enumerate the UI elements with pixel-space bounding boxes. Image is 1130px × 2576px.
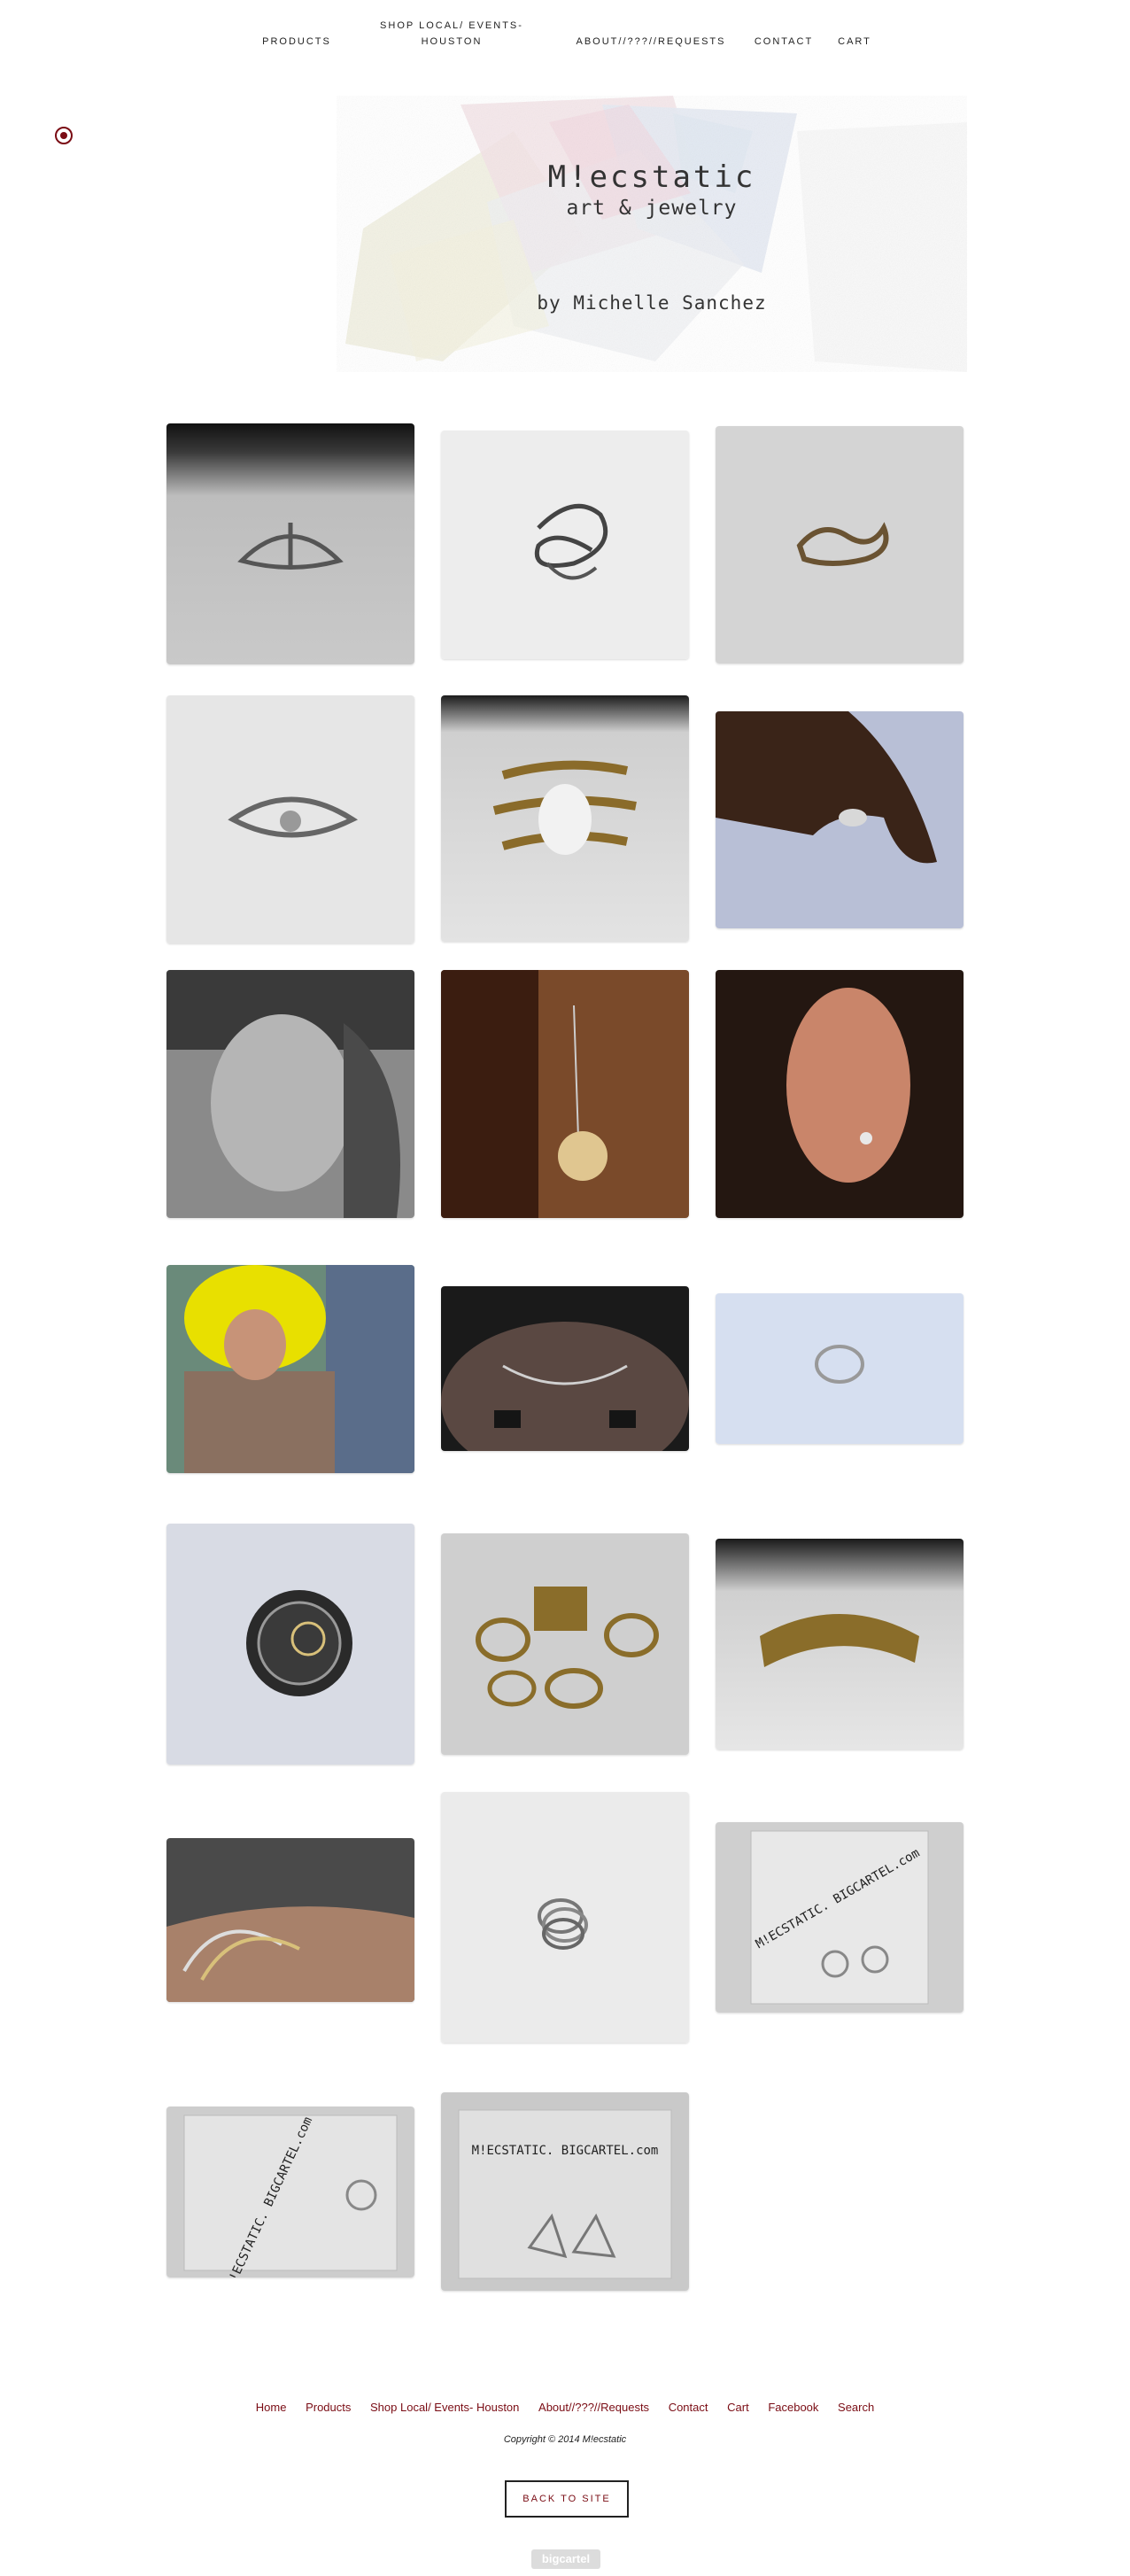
footer-link-contact[interactable]: Contact	[669, 2401, 708, 2414]
product-tile-silver-eye-ring[interactable]	[166, 695, 414, 943]
nav-products[interactable]: PRODUCTS	[248, 34, 345, 50]
product-tile-packaged-ring[interactable]: M!ECSTATIC. BIGCARTEL.com	[166, 2107, 414, 2277]
footer-link-home[interactable]: Home	[256, 2401, 287, 2414]
footer-link-search[interactable]: Search	[838, 2401, 874, 2414]
product-image	[166, 1524, 414, 1765]
footer-link-shop-local[interactable]: Shop Local/ Events- Houston	[370, 2401, 519, 2414]
product-tile-stacked-bangles[interactable]	[166, 1838, 414, 2002]
brand-subtitle: art & jewelry	[566, 197, 738, 220]
product-image	[441, 431, 689, 659]
brand-byline: by Michelle Sanchez	[537, 292, 767, 314]
product-image	[441, 1286, 689, 1451]
product-image	[441, 695, 689, 942]
product-image	[716, 970, 964, 1218]
product-image	[166, 695, 414, 943]
product-image: M!ECSTATIC. BIGCARTEL.com	[716, 1822, 964, 2013]
nav-shop-local-events[interactable]: SHOP LOCAL/ EVENTS- HOUSTON	[376, 18, 527, 50]
product-image	[716, 1293, 964, 1444]
store-banner[interactable]: M!ecstatic art & jewelry by Michelle San…	[337, 96, 967, 372]
product-tile-skull-earring[interactable]	[441, 970, 689, 1218]
product-tile-stud-earring[interactable]	[716, 970, 964, 1218]
product-tile-silver-ring-blue[interactable]	[716, 1293, 964, 1444]
product-image	[441, 1792, 689, 2043]
product-image	[166, 1265, 414, 1473]
product-image	[166, 970, 414, 1218]
product-tile-portrait-nose-ring[interactable]	[166, 970, 414, 1218]
product-image	[716, 711, 964, 928]
copyright: Copyright © 2014 M!ecstatic	[503, 2434, 627, 2445]
product-image	[716, 426, 964, 663]
brand-title: M!ecstatic	[547, 159, 756, 195]
product-image: M!ECSTATIC. BIGCARTEL.com	[166, 2107, 414, 2277]
product-tile-packaged-hoops[interactable]: M!ECSTATIC. BIGCARTEL.com	[716, 1822, 964, 2013]
product-tile-packaged-triangles[interactable]: M!ECSTATIC. BIGCARTEL.com	[441, 2092, 689, 2291]
footer-link-facebook[interactable]: Facebook	[768, 2401, 818, 2414]
footer-link-cart[interactable]: Cart	[727, 2401, 749, 2414]
footer-link-about[interactable]: About//???//Requests	[538, 2401, 649, 2414]
back-circle-icon[interactable]	[55, 127, 73, 144]
product-tile-yellow-hair-necklace[interactable]	[166, 1265, 414, 1473]
product-tile-ring-on-hand[interactable]	[716, 711, 964, 928]
product-tile-rings-in-tin[interactable]	[166, 1524, 414, 1765]
product-tile-gold-ring-set[interactable]	[441, 1533, 689, 1755]
product-tile-stacked-silver-rings[interactable]	[441, 1792, 689, 2043]
product-image	[166, 1838, 414, 2002]
nav-about-requests[interactable]: ABOUT//???//REQUESTS	[571, 34, 731, 50]
product-tile-gold-cuff[interactable]	[716, 1539, 964, 1750]
banner-artwork	[337, 96, 967, 372]
powered-by-badge[interactable]: bigcartel	[531, 2549, 600, 2569]
product-tile-silver-swirl-ring[interactable]	[441, 431, 689, 659]
package-label: M!ECSTATIC. BIGCARTEL.com	[472, 2144, 659, 2158]
product-image	[441, 970, 689, 1218]
product-image	[166, 423, 414, 664]
product-image	[441, 1533, 689, 1755]
nav-contact[interactable]: CONTACT	[748, 34, 819, 50]
back-dot	[60, 132, 67, 139]
footer-nav: Home Products Shop Local/ Events- Housto…	[0, 2401, 1130, 2414]
product-tile-bronze-knot-ring[interactable]	[716, 426, 964, 663]
product-image: M!ECSTATIC. BIGCARTEL.com	[441, 2092, 689, 2291]
footer-link-products[interactable]: Products	[306, 2401, 351, 2414]
product-tile-silver-collar-necklace[interactable]	[441, 1286, 689, 1451]
product-image	[716, 1539, 964, 1750]
product-tile-gold-wrap-ring[interactable]	[441, 695, 689, 942]
nav-cart[interactable]: CART	[832, 34, 877, 50]
back-to-site-button[interactable]: BACK TO SITE	[505, 2480, 629, 2518]
product-tile-silver-triangle-ring[interactable]	[166, 423, 414, 664]
